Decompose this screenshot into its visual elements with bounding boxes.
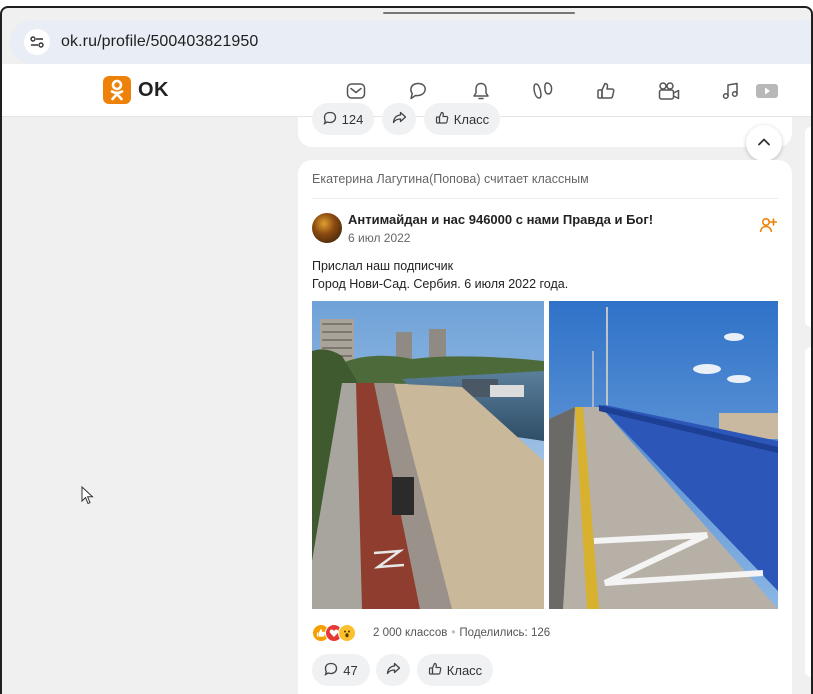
ok-logo-icon [103,76,131,104]
music-icon[interactable] [718,78,744,104]
left-sidebar [2,117,298,694]
browser-window: ok.ru/profile/500403821950 OK 124 Класс … [0,6,813,694]
post-text: Прислал наш подписчик Город Нови-Сад. Се… [312,257,568,293]
group-avatar[interactable] [312,213,342,243]
reactions-icon[interactable] [593,78,619,104]
window-drag-handle[interactable] [383,12,575,14]
share-icon [386,662,401,678]
address-bar[interactable]: ok.ru/profile/500403821950 [10,20,811,64]
comments-count: 47 [343,662,358,678]
share-icon [392,111,407,127]
add-friend-icon[interactable] [759,216,778,234]
right-widget-edge [805,127,811,327]
ok-logo-text: OK [138,78,169,101]
notifications-icon[interactable] [468,78,494,104]
comments-button[interactable]: 124 [312,103,374,135]
like-button[interactable]: Класс [424,103,500,135]
chevron-up-icon [757,134,771,152]
share-button[interactable] [376,654,410,686]
messages-icon[interactable] [343,78,369,104]
classes-count[interactable]: 2 000 классов [373,627,447,639]
ok-logo[interactable]: OK [103,76,169,104]
post-card: Екатерина Лагутина(Попова) считает класс… [298,160,792,694]
more-icon[interactable] [754,78,780,104]
shares-count[interactable]: Поделились: 126 [459,627,550,639]
comment-icon [324,662,338,679]
divider [312,198,778,199]
comment-icon [323,111,337,128]
comments-count: 124 [341,111,364,127]
right-column-edge [802,117,811,694]
comments-button[interactable]: 47 [312,654,370,686]
post-author[interactable]: Антимайдан и нас 946000 с нами Правда и … [348,212,653,227]
url-text[interactable]: ok.ru/profile/500403821950 [61,33,258,51]
post-date[interactable]: 6 июл 2022 [348,231,410,245]
discussions-icon[interactable] [405,78,431,104]
post-photo-bridge[interactable] [549,301,778,609]
reactions[interactable] [312,624,356,642]
like-label: Класс [453,111,490,127]
reaction-stats: 2 000 классов • Поделились: 126 [373,627,550,639]
thumbs-up-icon [428,662,442,679]
tune-icon[interactable] [24,29,50,55]
wow-reaction-icon [338,624,356,642]
post-text-line-2: Город Нови-Сад. Сербия. 6 июля 2022 года… [312,277,569,291]
like-button[interactable]: Класс [417,654,493,686]
post-text-line-1: Прислал наш подписчик [312,259,454,273]
video-icon[interactable] [656,78,682,104]
activity-text[interactable]: Екатерина Лагутина(Попова) считает класс… [312,172,589,186]
scroll-to-top-button[interactable] [746,125,782,161]
share-button[interactable] [382,103,416,135]
separator-dot: • [451,627,456,639]
guests-icon[interactable] [530,78,556,104]
like-label: Класс [446,662,483,678]
thumbs-up-icon [435,111,449,128]
post-photo-embankment[interactable] [312,301,544,609]
feed: 124 Класс Екатерина Лагутина(Попова) счи… [298,103,811,694]
mouse-cursor-icon [81,485,95,506]
previous-post-card: 124 Класс [298,103,792,147]
right-widget-edge [805,347,811,677]
